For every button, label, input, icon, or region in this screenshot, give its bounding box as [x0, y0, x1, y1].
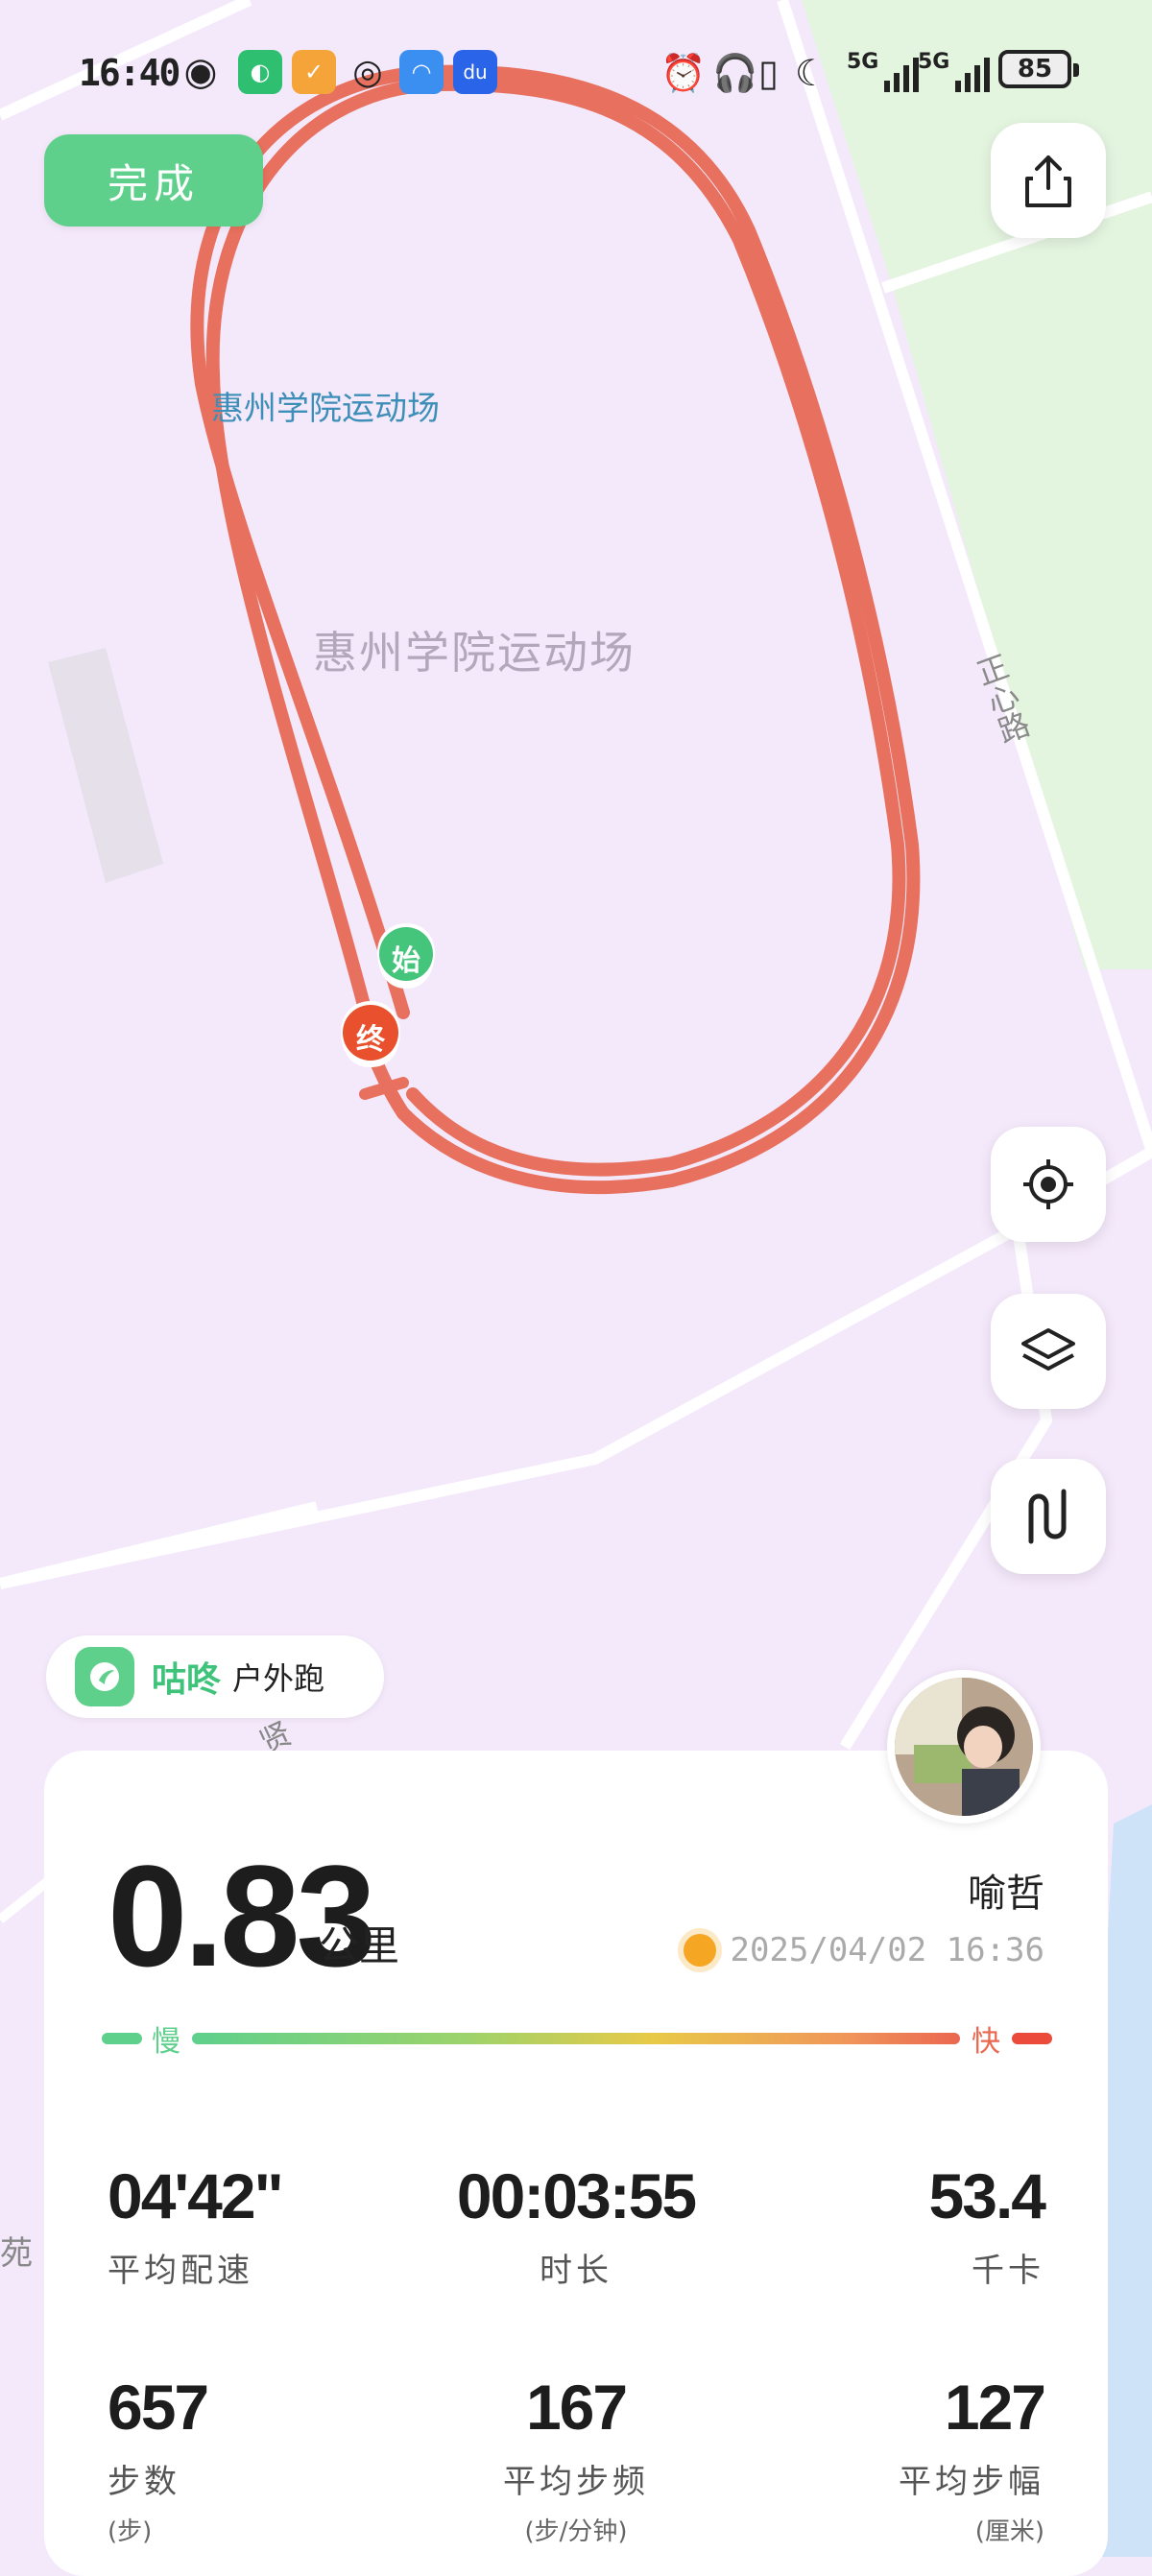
datetime-text: 2025/04/02 16:36 — [730, 1931, 1044, 1969]
check-app-icon: ✓ — [292, 50, 336, 94]
eye-icon: ◉ — [183, 50, 218, 94]
share-button[interactable] — [991, 123, 1106, 238]
locate-icon — [1023, 1159, 1073, 1209]
status-time: 16:40 — [79, 52, 180, 94]
map-label-track-center: 惠州学院运动场 — [313, 627, 636, 679]
pace-legend: 慢 快 — [102, 2019, 1052, 2059]
start-marker-label: 始 — [392, 944, 420, 978]
done-button[interactable]: 完成 — [44, 134, 263, 227]
moon-icon: ☾ — [795, 52, 828, 94]
layers-button[interactable] — [991, 1294, 1106, 1409]
stat-cadence: 167 平均步频 (步/分钟) — [503, 2372, 649, 2546]
browser-icon: ◠ — [399, 50, 444, 94]
battery-saver-icon: ▯ — [758, 52, 779, 94]
status-bar: 16:40 ◉ ◐ ✓ ◎ ◠ du ⏰ 🎧 ▯ ☾ 5G 5G 85 — [0, 38, 1152, 106]
brand-badge: 咕咚 户外跑 — [46, 1635, 384, 1718]
gudong-logo — [75, 1647, 134, 1706]
baidu-icon: du — [453, 50, 497, 94]
sun-icon — [684, 1934, 717, 1967]
stat-calories: 53.4 千卡 — [928, 2160, 1046, 2290]
distance-unit: 公里 — [319, 1922, 400, 1969]
avatar[interactable] — [887, 1670, 1041, 1824]
signal-2: 5G — [918, 50, 991, 92]
battery-indicator: 85 — [998, 50, 1079, 88]
locate-button[interactable] — [991, 1127, 1106, 1242]
alarm-icon: ⏰ — [660, 52, 707, 94]
wechat-icon: ◎ — [352, 52, 383, 92]
stat-stride: 127 平均步幅 (厘米) — [899, 2372, 1046, 2546]
signal-1: 5G — [847, 50, 920, 92]
gudong-app-icon: ◐ — [238, 50, 282, 94]
pace-slow-label: 慢 — [152, 2025, 180, 2059]
route-icon — [1028, 1489, 1067, 1544]
activity-datetime: 2025/04/02 16:36 — [684, 1931, 1044, 1969]
headphones-icon: 🎧 — [712, 52, 758, 94]
layers-icon — [1021, 1328, 1075, 1371]
user-name: 喻哲 — [968, 1872, 1044, 1916]
pace-fast-label: 快 — [972, 2025, 1000, 2059]
avatar-photo — [895, 1678, 1033, 1816]
brand-name: 咕咚 — [152, 1659, 222, 1700]
pace-gradient — [192, 2033, 960, 2044]
map-label-side: 苑 — [0, 2234, 33, 2273]
route-button[interactable] — [991, 1459, 1106, 1574]
stat-steps: 657 步数 (步) — [108, 2372, 209, 2546]
end-marker-label: 终 — [356, 1023, 385, 1057]
activity-type: 户外跑 — [232, 1660, 325, 1697]
stat-duration: 00:03:55 时长 — [456, 2160, 697, 2290]
map-label-track-top: 惠州学院运动场 — [211, 390, 440, 428]
share-icon — [1025, 155, 1071, 207]
stat-avg-pace: 04'42" 平均配速 — [108, 2160, 284, 2290]
